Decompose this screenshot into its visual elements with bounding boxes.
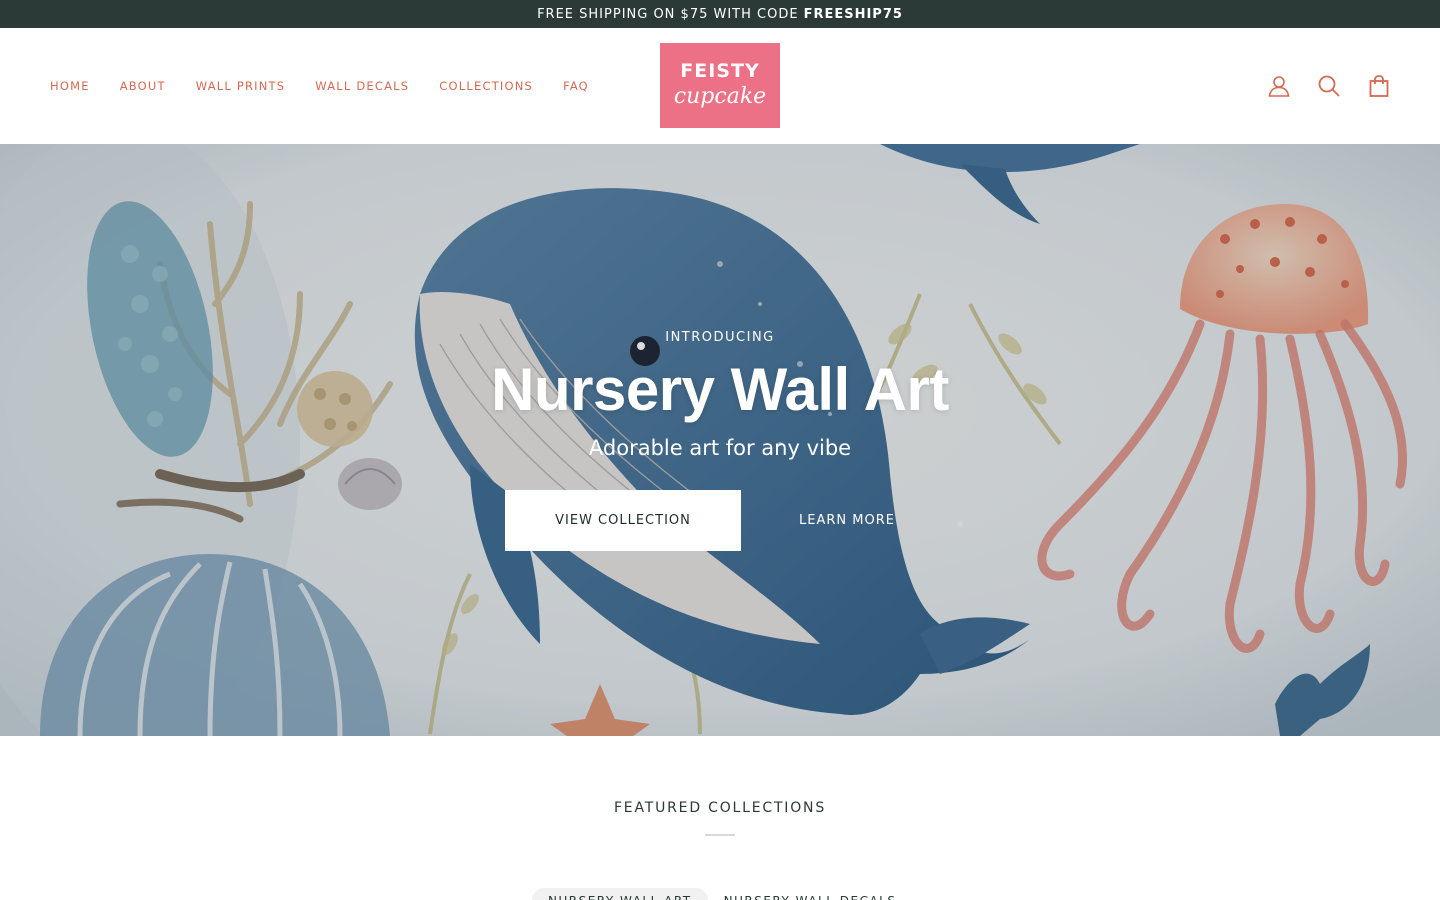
announcement-bar: FREE SHIPPING ON $75 WITH CODE FREESHIP7… (0, 0, 1440, 28)
nav-item-collections[interactable]: COLLECTIONS (439, 79, 533, 93)
collection-tabs: NURSERY WALL ART NURSERY WALL DECALS (532, 888, 912, 900)
hero-content: INTRODUCING Nursery Wall Art Adorable ar… (0, 330, 1440, 460)
nav-item-about[interactable]: ABOUT (120, 79, 166, 93)
cart-icon[interactable] (1366, 73, 1392, 99)
nav-item-wall-decals[interactable]: WALL DECALS (315, 79, 409, 93)
hero-kicker: INTRODUCING (665, 330, 775, 345)
nav-item-home[interactable]: HOME (50, 79, 90, 93)
logo-line-2: cupcake (673, 83, 767, 109)
heading-divider (705, 834, 735, 836)
view-collection-button[interactable]: VIEW COLLECTION (505, 490, 741, 551)
nav-item-wall-prints[interactable]: WALL PRINTS (196, 79, 286, 93)
hero-banner: INTRODUCING Nursery Wall Art Adorable ar… (0, 144, 1440, 736)
hero-subtitle: Adorable art for any vibe (588, 436, 852, 460)
tab-nursery-wall-decals[interactable]: NURSERY WALL DECALS (708, 888, 913, 900)
featured-collections-section: FEATURED COLLECTIONS NURSERY WALL ART NU… (0, 736, 1440, 900)
hero-title: Nursery Wall Art (491, 356, 949, 423)
announcement-text: FREE SHIPPING ON $75 WITH CODE (537, 6, 799, 22)
learn-more-link[interactable]: LEARN MORE (799, 513, 895, 528)
hero-buttons: VIEW COLLECTION LEARN MORE (505, 490, 895, 551)
search-icon[interactable] (1316, 73, 1342, 99)
promo-code: FREESHIP75 (803, 6, 903, 22)
site-header: HOME ABOUT WALL PRINTS WALL DECALS COLLE… (0, 28, 1440, 144)
user-icon[interactable] (1266, 73, 1292, 99)
nav-item-faq[interactable]: FAQ (563, 79, 589, 93)
section-heading: FEATURED COLLECTIONS (613, 800, 827, 816)
header-icons (1242, 28, 1392, 144)
logo-line-1: FEISTY (680, 59, 760, 82)
logo[interactable]: FEISTY cupcake (660, 43, 780, 128)
tab-nursery-wall-art[interactable]: NURSERY WALL ART (532, 888, 708, 900)
main-navigation: HOME ABOUT WALL PRINTS WALL DECALS COLLE… (50, 28, 619, 144)
